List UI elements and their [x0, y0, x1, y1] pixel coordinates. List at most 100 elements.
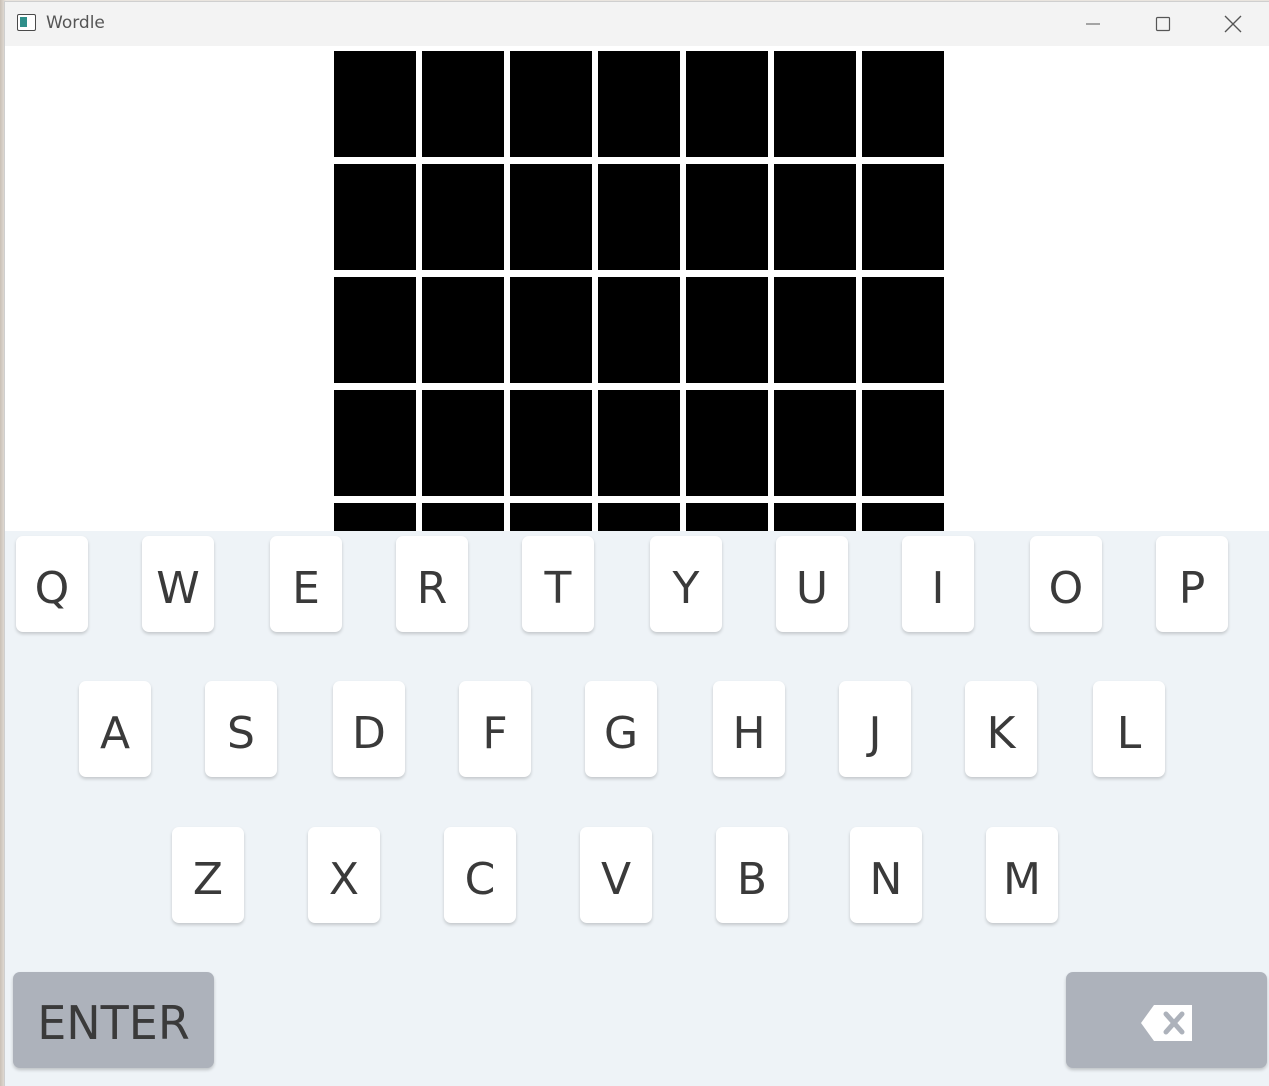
- letter-tile: [598, 164, 680, 270]
- title-bar[interactable]: Wordle: [5, 2, 1269, 46]
- key-label: S: [227, 707, 255, 759]
- key-label: Q: [34, 562, 70, 614]
- key-label: M: [1003, 853, 1041, 905]
- key-j[interactable]: J: [839, 681, 911, 777]
- letter-tile: [510, 277, 592, 383]
- letter-tile: [334, 503, 416, 531]
- maximize-button[interactable]: [1129, 2, 1197, 46]
- letter-tile: [598, 277, 680, 383]
- key-i[interactable]: I: [902, 536, 974, 632]
- letter-tile: [422, 277, 504, 383]
- key-z[interactable]: Z: [172, 827, 244, 923]
- key-label: O: [1048, 562, 1084, 614]
- key-label: P: [1178, 562, 1206, 614]
- key-m[interactable]: M: [986, 827, 1058, 923]
- key-label: U: [795, 562, 829, 614]
- key-label: H: [732, 707, 766, 759]
- key-label: E: [292, 562, 320, 614]
- key-p[interactable]: P: [1156, 536, 1228, 632]
- letter-tile: [774, 503, 856, 531]
- letter-tile: [686, 51, 768, 157]
- backspace-icon: [1140, 1005, 1192, 1041]
- key-label: B: [736, 853, 768, 905]
- key-label: I: [931, 562, 945, 614]
- letter-tile: [774, 277, 856, 383]
- key-label: Y: [672, 562, 700, 614]
- key-w[interactable]: W: [142, 536, 214, 632]
- enter-key-label: ENTER: [37, 996, 190, 1050]
- letter-tile: [334, 51, 416, 157]
- letter-tile: [510, 164, 592, 270]
- key-label: K: [986, 707, 1016, 759]
- letter-tile: [422, 164, 504, 270]
- letter-tile: [686, 503, 768, 531]
- minimize-button[interactable]: [1059, 2, 1127, 46]
- key-a[interactable]: A: [79, 681, 151, 777]
- close-icon: [1224, 15, 1242, 33]
- key-label: D: [352, 707, 386, 759]
- app-window: Wordle ENTER Q W E R T Y U I O P A S D F…: [5, 2, 1269, 1086]
- key-r[interactable]: R: [396, 536, 468, 632]
- letter-tile: [686, 277, 768, 383]
- key-q[interactable]: Q: [16, 536, 88, 632]
- letter-tile: [510, 390, 592, 496]
- key-d[interactable]: D: [333, 681, 405, 777]
- key-y[interactable]: Y: [650, 536, 722, 632]
- key-e[interactable]: E: [270, 536, 342, 632]
- letter-tile: [862, 503, 944, 531]
- letter-grid: [334, 51, 948, 531]
- enter-key[interactable]: ENTER: [13, 972, 214, 1068]
- key-label: N: [869, 853, 903, 905]
- backspace-key[interactable]: [1066, 972, 1267, 1068]
- key-s[interactable]: S: [205, 681, 277, 777]
- letter-tile: [510, 503, 592, 531]
- app-window-icon: [17, 14, 36, 31]
- letter-tile: [422, 51, 504, 157]
- key-label: A: [99, 707, 131, 759]
- key-label: G: [603, 707, 639, 759]
- letter-tile: [422, 503, 504, 531]
- letter-tile: [686, 390, 768, 496]
- key-k[interactable]: K: [965, 681, 1037, 777]
- key-label: F: [482, 707, 508, 759]
- key-label: C: [464, 853, 496, 905]
- key-f[interactable]: F: [459, 681, 531, 777]
- key-h[interactable]: H: [713, 681, 785, 777]
- key-t[interactable]: T: [522, 536, 594, 632]
- key-u[interactable]: U: [776, 536, 848, 632]
- on-screen-keyboard: ENTER Q W E R T Y U I O P A S D F G H J K L Z X C V B N M: [5, 531, 1269, 1086]
- letter-tile: [862, 164, 944, 270]
- key-label: X: [328, 853, 360, 905]
- letter-tile: [862, 390, 944, 496]
- key-v[interactable]: V: [580, 827, 652, 923]
- key-o[interactable]: O: [1030, 536, 1102, 632]
- key-label: V: [600, 853, 632, 905]
- window-title: Wordle: [46, 13, 105, 33]
- key-label: L: [1116, 707, 1142, 759]
- key-g[interactable]: G: [585, 681, 657, 777]
- key-b[interactable]: B: [716, 827, 788, 923]
- key-c[interactable]: C: [444, 827, 516, 923]
- letter-tile: [686, 164, 768, 270]
- letter-tile: [334, 277, 416, 383]
- letter-tile: [598, 51, 680, 157]
- game-board-area: [5, 46, 1269, 531]
- key-label: J: [868, 707, 882, 759]
- letter-tile: [598, 390, 680, 496]
- key-label: Z: [192, 853, 224, 905]
- key-l[interactable]: L: [1093, 681, 1165, 777]
- letter-tile: [862, 51, 944, 157]
- key-x[interactable]: X: [308, 827, 380, 923]
- maximize-icon: [1155, 16, 1171, 32]
- close-button[interactable]: [1199, 2, 1267, 46]
- letter-tile: [774, 51, 856, 157]
- letter-tile: [598, 503, 680, 531]
- key-n[interactable]: N: [850, 827, 922, 923]
- key-label: W: [156, 562, 200, 614]
- letter-tile: [334, 164, 416, 270]
- letter-tile: [422, 390, 504, 496]
- minimize-icon: [1086, 23, 1100, 25]
- letter-tile: [774, 164, 856, 270]
- letter-tile: [774, 390, 856, 496]
- letter-tile: [510, 51, 592, 157]
